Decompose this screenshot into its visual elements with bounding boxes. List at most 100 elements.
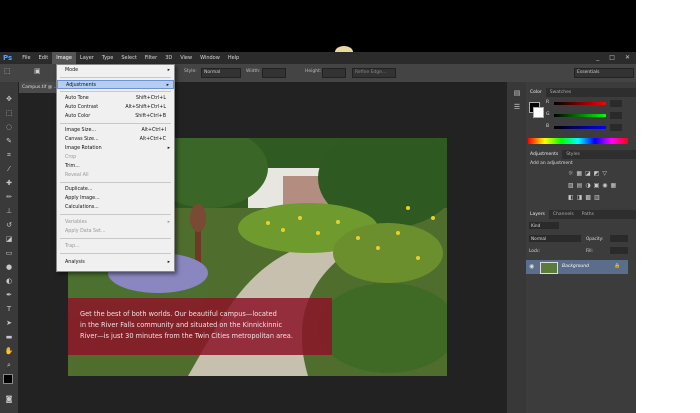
collapsed-panel-strip: ▤ ☰ xyxy=(506,82,527,413)
type-tool-icon[interactable]: T xyxy=(3,304,15,314)
menu-help[interactable]: Help xyxy=(224,52,243,64)
menu-item-duplicate[interactable]: Duplicate... xyxy=(57,185,174,194)
dodge-tool-icon[interactable]: ◐ xyxy=(3,276,15,286)
minimize-icon[interactable]: _ xyxy=(596,52,599,64)
menu-item-canvas-size[interactable]: Canvas Size... Alt+Ctrl+C xyxy=(57,135,174,144)
menu-item-reveal-all: Reveal All xyxy=(65,173,89,178)
tab-styles[interactable]: Styles xyxy=(562,150,584,159)
adjustment-icons-row-2[interactable]: ▨▤◑▣◉▦ xyxy=(568,182,619,189)
menu-item-auto-tone[interactable]: Auto Tone Shift+Ctrl+L xyxy=(57,94,174,103)
r-slider[interactable] xyxy=(554,102,606,105)
eraser-icon[interactable]: ◪ xyxy=(3,234,15,244)
width-field[interactable] xyxy=(262,68,286,78)
style-select[interactable]: Normal xyxy=(201,68,241,78)
menu-3d[interactable]: 3D xyxy=(161,52,176,64)
layers-panel-tabs: Layers Channels Paths xyxy=(526,210,636,219)
tab-layers[interactable]: Layers xyxy=(526,210,549,219)
pen-tool-icon[interactable]: ✒ xyxy=(3,290,15,300)
menu-item-image-rotation[interactable]: Image Rotation ▸ xyxy=(57,144,174,153)
adjustment-icons-row-1[interactable]: ☼▦◪◩▽ xyxy=(568,170,610,177)
menu-type[interactable]: Type xyxy=(98,52,117,64)
style-label: Style: xyxy=(184,69,197,74)
adjustment-icons-row-3[interactable]: ◧◨▩▥ xyxy=(568,194,603,201)
menu-item-trim[interactable]: Trim... xyxy=(57,162,174,171)
menu-item-adjustments[interactable]: Adjustments ▸ xyxy=(57,80,174,89)
tab-color[interactable]: Color xyxy=(526,88,546,97)
menu-item-apply-data-set: Apply Data Set... xyxy=(65,229,106,234)
menu-file[interactable]: File xyxy=(18,52,34,64)
lock-icon: 🔒 xyxy=(614,263,621,269)
g-slider[interactable] xyxy=(554,114,606,117)
menu-edit[interactable]: Edit xyxy=(35,52,53,64)
menu-item-image-size[interactable]: Image Size... Alt+Ctrl+I xyxy=(57,126,174,135)
marquee-tool-icon[interactable]: ⬚ xyxy=(4,67,11,75)
hand-tool-icon[interactable]: ✋ xyxy=(3,346,15,356)
video-letterbox xyxy=(0,0,636,52)
foreground-color-swatch[interactable] xyxy=(3,374,13,384)
blend-mode-select[interactable]: Normal xyxy=(529,235,581,242)
background-layer-row[interactable]: ◉ Background 🔒 xyxy=(526,260,628,274)
b-slider[interactable] xyxy=(554,126,606,129)
crop-tool-icon[interactable]: ⌗ xyxy=(3,150,15,160)
b-value[interactable] xyxy=(610,124,622,131)
healing-brush-icon[interactable]: ✚ xyxy=(3,178,15,188)
menu-image[interactable]: Image xyxy=(52,52,76,64)
color-spectrum[interactable] xyxy=(528,138,628,144)
gradient-tool-icon[interactable]: ▭ xyxy=(3,248,15,258)
menu-item-auto-contrast[interactable]: Auto Contrast Alt+Shift+Ctrl+L xyxy=(57,103,174,112)
history-brush-icon[interactable]: ↺ xyxy=(3,220,15,230)
selection-mode-icon[interactable]: ▣ xyxy=(34,67,41,75)
quick-mask-icon[interactable]: ◙ xyxy=(3,394,15,404)
menu-select[interactable]: Select xyxy=(117,52,140,64)
menu-item-mode[interactable]: Mode ▸ xyxy=(57,66,174,75)
layer-kind-filter[interactable]: Kind xyxy=(529,222,559,229)
tab-channels[interactable]: Channels xyxy=(549,210,578,219)
caption-line-3: River—is just 30 minutes from the Twin C… xyxy=(80,332,293,340)
adjustments-panel-tabs: Adjustments Styles xyxy=(526,150,636,159)
toolbox: ✥ ⬚ ◌ ✎ ⌗ ⁄ ✚ ✏ ⊥ ↺ ◪ ▭ ● ◐ ✒ T ➤ ▬ ✋ ⌕ … xyxy=(0,82,19,413)
height-field[interactable] xyxy=(322,68,346,78)
quick-select-icon[interactable]: ✎ xyxy=(3,136,15,146)
move-tool-icon[interactable]: ✥ xyxy=(3,94,15,104)
shape-tool-icon[interactable]: ▬ xyxy=(3,332,15,342)
menu-item-analysis[interactable]: Analysis ▸ xyxy=(57,258,174,267)
tab-adjustments[interactable]: Adjustments xyxy=(526,150,563,159)
close-icon[interactable]: ✕ xyxy=(625,52,630,64)
tab-paths[interactable]: Paths xyxy=(578,210,598,219)
bg-color-chip[interactable] xyxy=(533,107,544,118)
zoom-tool-icon[interactable]: ⌕ xyxy=(3,360,15,370)
blur-tool-icon[interactable]: ● xyxy=(3,262,15,272)
refine-edge-button[interactable]: Refine Edge... xyxy=(352,68,396,78)
menu-item-calculations[interactable]: Calculations... xyxy=(57,203,174,212)
brush-tool-icon[interactable]: ✏ xyxy=(3,192,15,202)
workspace-select[interactable]: Essentials xyxy=(574,68,634,78)
eyedropper-icon[interactable]: ⁄ xyxy=(3,164,15,174)
r-value[interactable] xyxy=(610,100,622,107)
menu-filter[interactable]: Filter xyxy=(141,52,161,64)
g-value[interactable] xyxy=(610,112,622,119)
maximize-icon[interactable]: □ xyxy=(609,52,615,64)
path-select-icon[interactable]: ➤ xyxy=(3,318,15,328)
lasso-tool-icon[interactable]: ◌ xyxy=(3,122,15,132)
menu-item-auto-color[interactable]: Auto Color Shift+Ctrl+B xyxy=(57,112,174,121)
height-label: Height: xyxy=(305,69,322,74)
menu-window[interactable]: Window xyxy=(196,52,224,64)
right-margin xyxy=(636,0,700,413)
window-controls: _ □ ✕ xyxy=(596,52,630,64)
width-label: Width: xyxy=(246,69,261,74)
lock-label: Lock: xyxy=(529,248,540,253)
marquee-tool-icon[interactable]: ⬚ xyxy=(3,108,15,118)
fill-field[interactable] xyxy=(610,247,628,254)
menu-view[interactable]: View xyxy=(176,52,196,64)
eye-icon[interactable]: ◉ xyxy=(529,263,534,270)
menu-item-variables: Variables ▸ xyxy=(65,220,170,225)
properties-panel-icon[interactable]: ☰ xyxy=(511,102,523,112)
menu-layer[interactable]: Layer xyxy=(76,52,98,64)
menu-bar: Ps File Edit Image Layer Type Select Fil… xyxy=(0,52,636,64)
tab-swatches[interactable]: Swatches xyxy=(546,88,576,97)
history-panel-icon[interactable]: ▤ xyxy=(511,88,523,98)
clone-stamp-icon[interactable]: ⊥ xyxy=(3,206,15,216)
opacity-field[interactable] xyxy=(610,235,628,242)
caption-text: Get the best of both worlds. Our beautif… xyxy=(80,309,330,342)
menu-item-apply-image[interactable]: Apply Image... xyxy=(57,194,174,203)
